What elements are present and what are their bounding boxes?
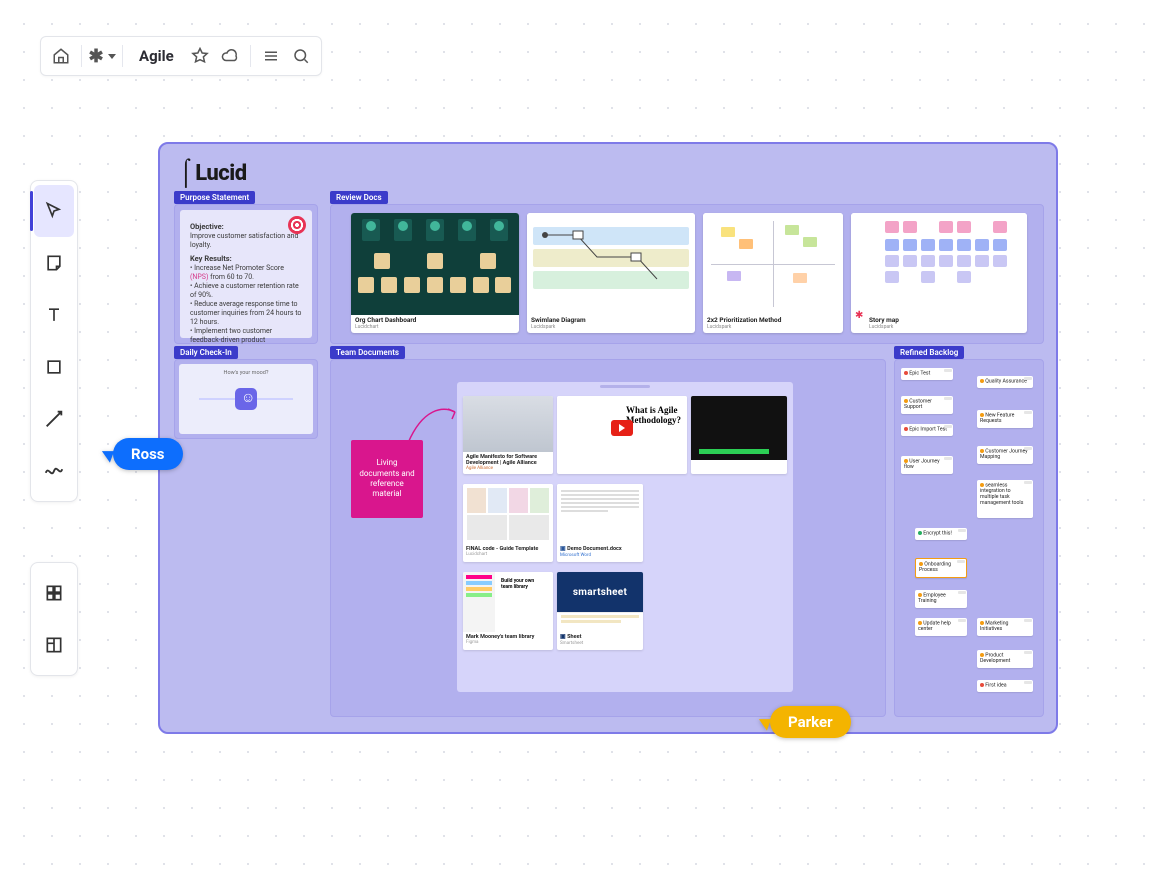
- board-frame[interactable]: ⌠Lucid Purpose Statement Objective: Impr…: [158, 142, 1058, 734]
- presence-label: Ross: [113, 438, 183, 470]
- section-tag: Purpose Statement: [174, 191, 255, 204]
- backlog-card[interactable]: Encrypt this!: [915, 528, 967, 540]
- backlog-card[interactable]: Marketing Initiatives: [977, 618, 1033, 636]
- review-card-org-chart[interactable]: Org Chart DashboardLucidchart: [351, 213, 519, 333]
- doc-card-smartsheet[interactable]: smartsheet ▣ Sheet Smartsheet: [557, 572, 643, 650]
- pink-sticky-note[interactable]: Living documents and reference material: [351, 440, 423, 518]
- doc-card-guide-template[interactable]: FINAL code - Guide Template Lucidchart: [463, 484, 553, 562]
- review-card-swimlane[interactable]: Swimlane DiagramLucidspark: [527, 213, 695, 333]
- top-toolbar: ✱ Agile: [40, 36, 322, 76]
- section-refined-backlog[interactable]: Refined Backlog Epic Test Quality Assura…: [894, 359, 1044, 717]
- doc-card-presentation[interactable]: ▣ Presentation1.pptx Microsoft PowerPoin…: [691, 396, 787, 474]
- backlog-card[interactable]: First idea: [977, 680, 1033, 692]
- section-review-docs[interactable]: Review Docs Org Chart DashboardLucidchar…: [330, 204, 1044, 344]
- side-toolbar: [30, 180, 78, 502]
- menu-icon[interactable]: [259, 44, 283, 68]
- star-icon[interactable]: [188, 44, 212, 68]
- backlog-card[interactable]: New Feature Requests: [977, 410, 1033, 428]
- backlog-card[interactable]: Customer Journey Mapping: [977, 446, 1033, 464]
- play-icon: [611, 420, 633, 436]
- section-tag: Team Documents: [330, 346, 405, 359]
- side-toolbar-secondary: [30, 562, 78, 676]
- section-team-documents[interactable]: Team Documents Living documents and refe…: [330, 359, 886, 717]
- section-tag: Review Docs: [330, 191, 388, 204]
- target-icon: [288, 216, 306, 234]
- section-daily-checkin[interactable]: Daily Check-In How's your mood? ☺: [174, 359, 318, 439]
- backlog-card[interactable]: Employee Training: [915, 590, 967, 608]
- cloud-icon[interactable]: [218, 44, 242, 68]
- asterisk-icon: ✱: [855, 310, 863, 321]
- shape-tool[interactable]: [34, 341, 74, 393]
- home-icon[interactable]: [49, 44, 73, 68]
- kr-2: • Achieve a customer retention rate of 9…: [190, 282, 302, 300]
- backlog-card[interactable]: Quality Assurance: [977, 376, 1033, 388]
- kr-3: • Reduce average response time to custom…: [190, 300, 302, 327]
- note-tool[interactable]: [34, 237, 74, 289]
- backlog-card[interactable]: Epic Test: [901, 368, 953, 380]
- mood-icon: ☺: [235, 388, 257, 410]
- backlog-card[interactable]: Update help center: [915, 618, 967, 636]
- more-shapes-button[interactable]: [34, 567, 74, 619]
- section-tag: Refined Backlog: [894, 346, 964, 359]
- workspace-dropdown[interactable]: ✱: [90, 44, 114, 68]
- board-brand: ⌠Lucid: [178, 156, 1046, 187]
- presence-label: Parker: [770, 706, 851, 738]
- checkin-label: How's your mood?: [179, 370, 313, 376]
- document-title[interactable]: Agile: [139, 47, 174, 65]
- select-tool[interactable]: [34, 185, 74, 237]
- backlog-card[interactable]: Onboarding Process: [915, 558, 967, 578]
- line-tool[interactable]: [34, 393, 74, 445]
- section-purpose[interactable]: Purpose Statement Objective: Improve cus…: [174, 204, 318, 344]
- backlog-card[interactable]: seamless integration to multiple task ma…: [977, 480, 1033, 518]
- review-card-story-map[interactable]: ✱ Story mapLucidspark: [851, 213, 1027, 333]
- frame-tool[interactable]: [34, 619, 74, 671]
- objective-heading: Objective:: [190, 222, 302, 232]
- freehand-tool[interactable]: [34, 445, 74, 497]
- purpose-card[interactable]: Objective: Improve customer satisfaction…: [180, 210, 312, 338]
- chevron-down-icon: [108, 54, 116, 59]
- presence-cursor-ross: Ross: [105, 438, 183, 470]
- search-icon[interactable]: [289, 44, 313, 68]
- backlog-card[interactable]: User Journey flow: [901, 456, 953, 474]
- kr-1: • Increase Net Promoter Score (NPS) from…: [190, 264, 302, 282]
- backlog-card[interactable]: Product Development: [977, 650, 1033, 668]
- doc-card-agile-video[interactable]: What is AgileMethodology? What is Agile …: [557, 396, 687, 474]
- text-tool[interactable]: [34, 289, 74, 341]
- backlog-card[interactable]: Customer Support: [901, 396, 953, 414]
- objective-text: Improve customer satisfaction and loyalt…: [190, 232, 302, 250]
- section-tag: Daily Check-In: [174, 346, 238, 359]
- doc-card-figma[interactable]: Build your ownteam library Mark Mooney's…: [463, 572, 553, 650]
- doc-card-word[interactable]: ▣ Demo Document.docx Microsoft Word: [557, 484, 643, 562]
- review-card-2x2[interactable]: 2x2 Prioritization MethodLucidspark: [703, 213, 843, 333]
- team-docs-panel[interactable]: Agile Manifesto for Software Development…: [457, 382, 793, 692]
- presence-cursor-parker: Parker: [762, 706, 851, 738]
- checkin-card[interactable]: How's your mood? ☺: [179, 364, 313, 434]
- doc-card-agile-manifesto[interactable]: Agile Manifesto for Software Development…: [463, 396, 553, 474]
- backlog-card[interactable]: Epic Import Test: [901, 424, 953, 436]
- panel-handle[interactable]: [600, 385, 650, 388]
- keyresults-heading: Key Results:: [190, 254, 302, 264]
